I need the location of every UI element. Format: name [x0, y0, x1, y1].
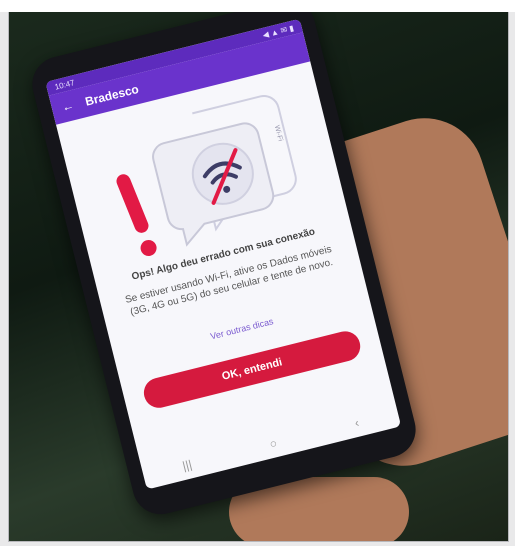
photograph: 10:47 ◀ ▲ ✉ ▮ ← Bradesco Wi-Fi Ops! Algo…: [8, 6, 509, 542]
back-arrow-icon[interactable]: ←: [60, 98, 75, 114]
phone-screen: 10:47 ◀ ▲ ✉ ▮ ← Bradesco Wi-Fi Ops! Algo…: [45, 18, 402, 490]
back-nav-icon[interactable]: ‹: [353, 416, 360, 431]
smartphone: 10:47 ◀ ▲ ✉ ▮ ← Bradesco Wi-Fi Ops! Algo…: [26, 7, 422, 521]
exclamation-dot: [140, 239, 157, 256]
recents-icon[interactable]: |||: [181, 457, 193, 473]
exclamation-icon: [116, 174, 149, 233]
home-icon[interactable]: ○: [268, 436, 278, 451]
illustration-side-text: Wi-Fi: [273, 125, 284, 143]
headline-strip: [0, 0, 515, 12]
photo-stage: 10:47 ◀ ▲ ✉ ▮ ← Bradesco Wi-Fi Ops! Algo…: [0, 0, 515, 546]
error-content: Wi-Fi Ops! Algo deu errado com sua conex…: [56, 61, 388, 437]
